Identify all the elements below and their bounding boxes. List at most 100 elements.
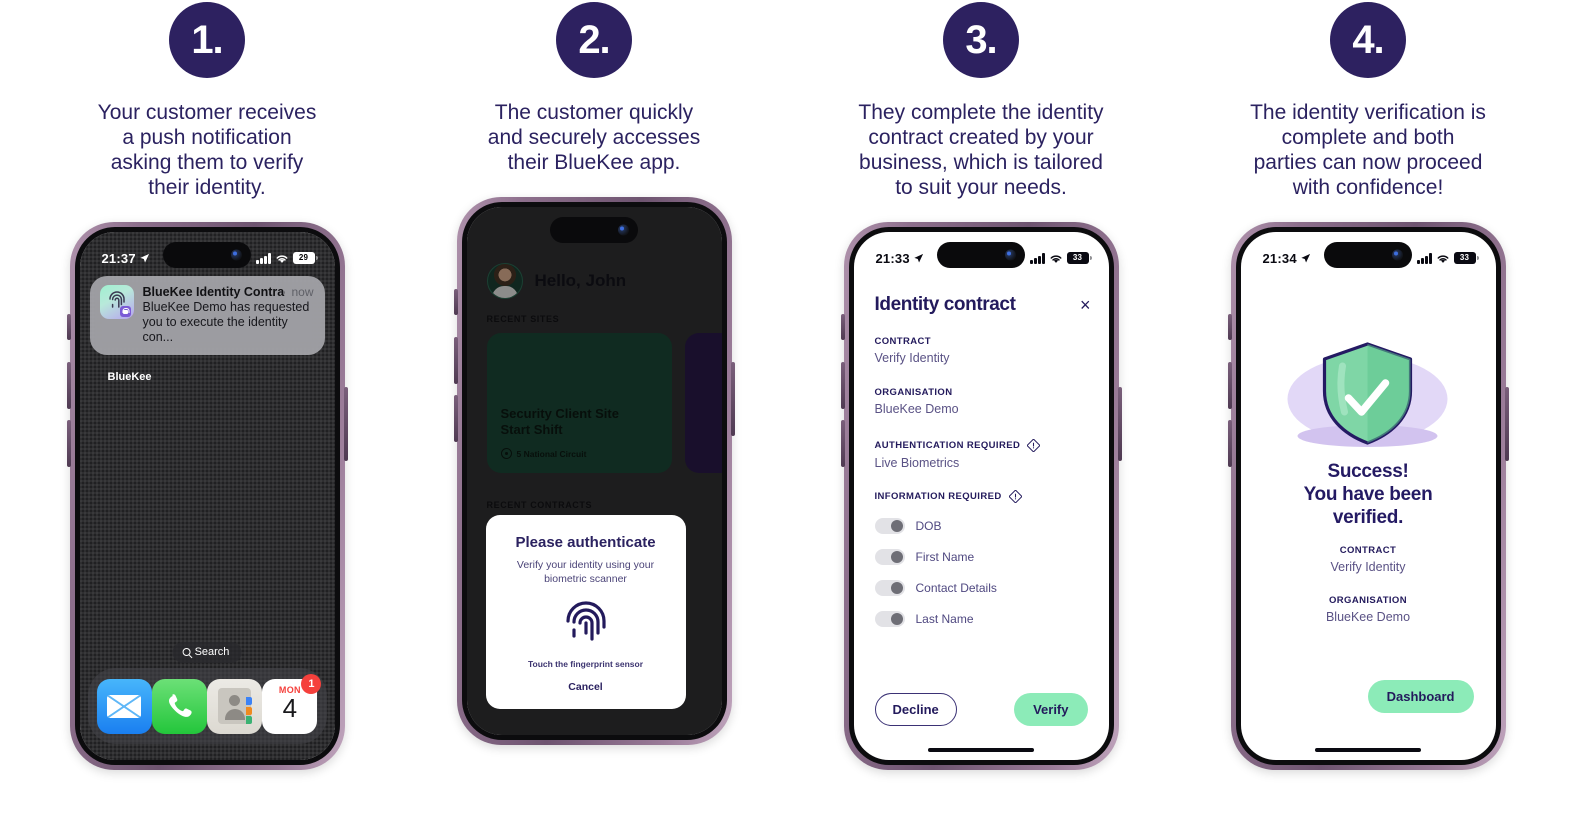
volume-up-button[interactable] <box>453 337 458 384</box>
app-dock: MON 4 1 <box>87 668 327 744</box>
toggle-row-contact-details[interactable]: Contact Details <box>874 580 997 596</box>
search-button[interactable]: Search <box>172 642 242 663</box>
location-arrow-icon <box>1301 253 1310 263</box>
battery-icon: 29 <box>292 252 318 264</box>
wifi-icon <box>1437 254 1448 263</box>
toggle-label: Last Name <box>915 612 974 626</box>
silent-switch[interactable] <box>66 314 71 340</box>
fingerprint-icon <box>565 601 606 641</box>
phone-mockup-3: 21:33 33 Identity contract × CONTRACT Ve… <box>840 222 1122 770</box>
battery-icon: 33 <box>1453 252 1479 264</box>
field-value: Live Biometrics <box>874 456 960 470</box>
field-label-row: AUTHENTICATION REQUIRED <box>875 439 1041 452</box>
close-icon[interactable]: × <box>1080 296 1091 314</box>
notification-text: BlueKee Demo has requested you to execut… <box>142 300 310 344</box>
contract-actions: Decline Verify <box>874 693 1088 726</box>
status-time: 21:33 <box>875 250 910 266</box>
power-button[interactable] <box>1504 387 1509 461</box>
notification-app-label: BlueKee <box>107 371 152 383</box>
phone-bezel: 21:34 33 Success! You have been verified… <box>1235 227 1501 765</box>
dynamic-island <box>937 242 1025 268</box>
authenticate-cancel-button[interactable]: Cancel <box>500 681 672 693</box>
volume-up-button[interactable] <box>840 362 845 409</box>
phone-frame: 21:37 29 BlueKee Identity Contra now Blu… <box>66 222 348 770</box>
toggle-label: DOB <box>915 519 942 533</box>
field-information-required: INFORMATION REQUIRED <box>875 490 1022 503</box>
calendar-day: 4 <box>282 692 298 723</box>
decline-button[interactable]: Decline <box>874 693 957 726</box>
toggle-switch[interactable] <box>874 549 905 565</box>
info-warning-icon[interactable] <box>1027 439 1041 452</box>
silent-switch[interactable] <box>1227 314 1232 340</box>
location-arrow-icon <box>914 253 923 263</box>
step-caption: The identity verification is complete an… <box>1250 101 1486 199</box>
dynamic-island <box>550 217 638 243</box>
phone-bezel: 21:33 33 Identity contract × CONTRACT Ve… <box>848 227 1114 765</box>
push-notification[interactable]: BlueKee Identity Contrac... now BlueKee … <box>89 276 325 355</box>
authenticate-hint: Touch the fingerprint sensor <box>527 659 644 669</box>
contact-card-icon <box>218 688 253 724</box>
phone-frame: Hello, John RECENT SITES Security Client… <box>453 197 735 745</box>
field-value: BlueKee Demo <box>874 402 959 416</box>
home-indicator[interactable] <box>1315 747 1421 752</box>
phone-mockup-2: Hello, John RECENT SITES Security Client… <box>453 197 735 745</box>
app-icon-calendar[interactable]: MON 4 1 <box>262 673 322 734</box>
how-it-works-steps: 1. Your customer receives a push notific… <box>0 0 1575 835</box>
power-button[interactable] <box>730 362 735 436</box>
volume-down-button[interactable] <box>1227 420 1232 467</box>
field-label: INFORMATION REQUIRED <box>874 491 1002 502</box>
dynamic-island <box>1324 242 1412 268</box>
toggle-row-first-name[interactable]: First Name <box>874 549 974 565</box>
field-authentication-required: AUTHENTICATION REQUIRED Live Biometrics <box>875 439 1041 470</box>
status-time: 21:37 <box>101 250 136 266</box>
step-number-badge: 1. <box>169 2 245 78</box>
home-indicator[interactable] <box>928 747 1034 752</box>
toggle-switch[interactable] <box>874 611 905 627</box>
dashboard-button[interactable]: Dashboard <box>1367 680 1474 713</box>
battery-icon: 33 <box>1066 252 1092 264</box>
toggle-row-last-name[interactable]: Last Name <box>874 611 974 627</box>
power-button[interactable] <box>343 387 348 461</box>
location-arrow-icon <box>140 253 149 263</box>
phone-bezel: 21:37 29 BlueKee Identity Contra now Blu… <box>74 227 340 765</box>
status-bar-left: 21:34 <box>1263 251 1311 266</box>
field-label: AUTHENTICATION REQUIRED <box>874 440 1021 451</box>
battery-percent: 29 <box>298 253 309 262</box>
app-icon-contacts[interactable] <box>207 678 263 734</box>
volume-down-button[interactable] <box>66 420 71 467</box>
front-camera-icon <box>1005 249 1016 261</box>
step-3: 3. They complete the identity contract c… <box>796 0 1166 835</box>
volume-down-button[interactable] <box>453 395 458 442</box>
verify-button[interactable]: Verify <box>1014 693 1088 726</box>
app-icon-mail[interactable] <box>96 678 152 734</box>
cellular-signal-icon <box>256 253 271 264</box>
front-camera-icon <box>1392 249 1403 261</box>
battery-percent: 33 <box>1072 253 1083 262</box>
authenticate-subtitle: Verify your identity using your biometri… <box>516 559 655 585</box>
field-value: Verify Identity <box>1330 560 1406 574</box>
field-organisation: ORGANISATION BlueKee Demo <box>1241 595 1496 624</box>
field-contract: CONTRACT Verify Identity <box>1241 545 1496 574</box>
field-label: CONTRACT <box>874 336 931 347</box>
handset-icon <box>169 694 193 717</box>
identity-contract-header: Identity contract × <box>875 294 1091 316</box>
field-label-row: INFORMATION REQUIRED <box>875 490 1022 503</box>
info-warning-icon[interactable] <box>1008 490 1022 503</box>
step-number-badge: 3. <box>943 2 1019 78</box>
volume-down-button[interactable] <box>840 420 845 467</box>
volume-up-button[interactable] <box>1227 362 1232 409</box>
volume-up-button[interactable] <box>66 362 71 409</box>
toggle-row-dob[interactable]: DOB <box>874 518 942 534</box>
toggle-switch[interactable] <box>874 518 905 534</box>
app-icon-phone[interactable] <box>151 678 207 734</box>
envelope-icon <box>107 694 142 718</box>
silent-switch[interactable] <box>453 289 458 315</box>
notification-time: now <box>291 285 314 299</box>
notification-title: BlueKee Identity Contrac... <box>142 285 286 299</box>
toggle-switch[interactable] <box>874 580 905 596</box>
power-button[interactable] <box>1117 387 1122 461</box>
silent-switch[interactable] <box>840 314 845 340</box>
front-camera-icon <box>231 249 242 261</box>
battery-percent: 33 <box>1459 253 1470 262</box>
bluekee-app-icon <box>99 285 134 319</box>
